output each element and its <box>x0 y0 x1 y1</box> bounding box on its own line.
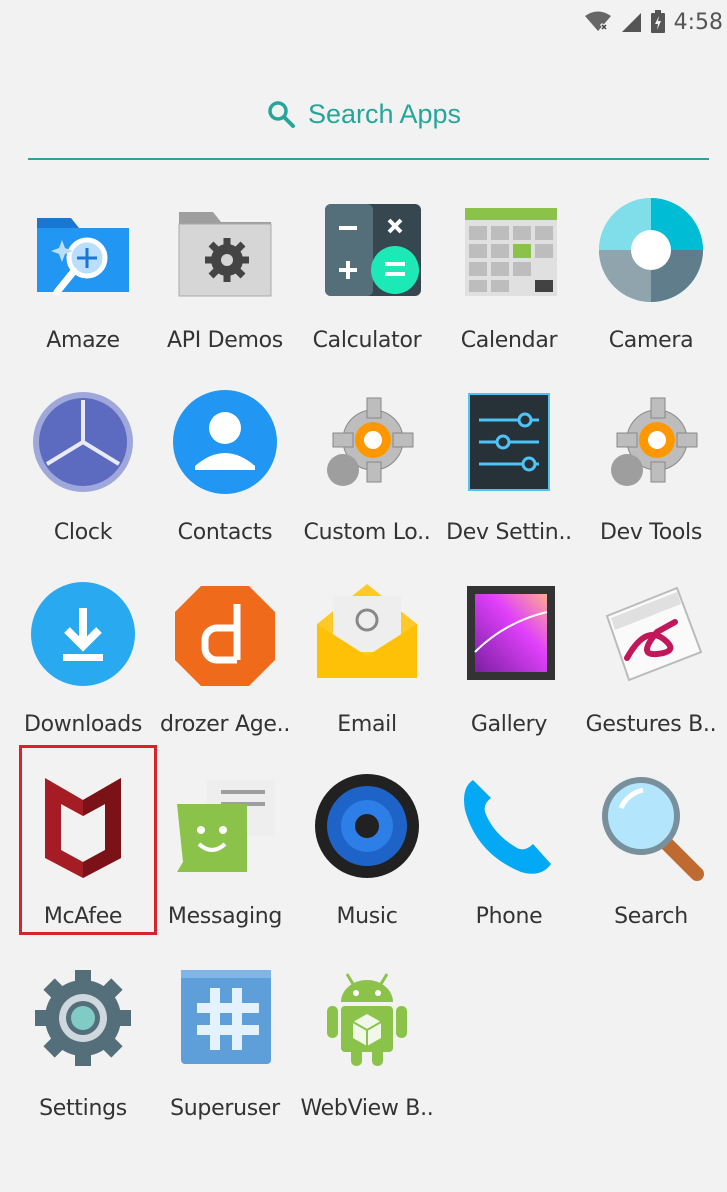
download-icon <box>31 582 135 686</box>
gear-icon <box>327 397 414 486</box>
app-gestures-builder[interactable]: Gestures B.. <box>580 580 722 760</box>
app-clock[interactable]: Clock <box>12 388 154 568</box>
phone-icon <box>464 780 551 874</box>
app-messaging[interactable]: Messaging <box>154 772 296 952</box>
gestures-icon <box>605 586 703 682</box>
camera-icon <box>599 198 703 302</box>
android-icon <box>327 973 407 1066</box>
app-label: Custom Lo.. <box>303 520 431 545</box>
speaker-icon <box>315 774 419 878</box>
app-label: Downloads <box>23 712 143 737</box>
drozer-icon <box>175 586 275 686</box>
calculator-icon <box>325 204 421 296</box>
app-label: API Demos <box>167 328 283 353</box>
app-label: Settings <box>39 1096 127 1121</box>
app-label: Dev Tools <box>600 520 702 545</box>
app-label: Camera <box>608 328 694 353</box>
app-contacts[interactable]: Contacts <box>154 388 296 568</box>
app-amaze[interactable]: Amaze <box>12 196 154 376</box>
mcafee-highlight-box <box>19 745 157 935</box>
messaging-icon <box>177 780 275 872</box>
app-music[interactable]: Music <box>296 772 438 952</box>
battery-icon <box>650 10 665 33</box>
app-settings[interactable]: Settings <box>12 964 154 1144</box>
app-custom-locale[interactable]: Custom Lo.. <box>296 388 438 568</box>
app-label: Calculator <box>312 328 422 353</box>
folder-gear-icon <box>178 212 272 297</box>
app-label: Messaging <box>167 904 283 929</box>
app-calculator[interactable]: Calculator <box>296 196 438 376</box>
app-label: Dev Settin.. <box>446 520 572 545</box>
app-superuser[interactable]: Superuser <box>154 964 296 1144</box>
app-email[interactable]: Email <box>296 580 438 760</box>
search-underline <box>28 158 709 160</box>
wifi-off-icon <box>584 11 611 32</box>
app-label: Clock <box>53 520 113 545</box>
status-bar: 4:58 <box>0 0 727 44</box>
app-calendar[interactable]: Calendar <box>438 196 580 376</box>
app-label: Contacts <box>177 520 273 545</box>
gear-icon <box>611 397 698 486</box>
status-time: 4:58 <box>673 9 723 35</box>
signal-icon <box>621 13 641 32</box>
status-icons: 4:58 <box>584 8 723 36</box>
app-label: WebView B.. <box>300 1096 434 1121</box>
search-apps-label: Search Apps <box>307 98 462 129</box>
app-label: Amaze <box>46 328 120 353</box>
app-label: Music <box>336 904 398 929</box>
search-icon <box>268 101 295 128</box>
app-dev-settings[interactable]: Dev Settin.. <box>438 388 580 568</box>
settings-icon <box>35 970 131 1066</box>
gallery-icon <box>467 586 555 680</box>
contacts-icon <box>173 390 277 494</box>
calendar-icon <box>465 208 557 296</box>
app-webview-browser[interactable]: WebView B.. <box>296 964 438 1144</box>
email-icon <box>317 584 417 678</box>
app-label: Phone <box>475 904 543 929</box>
app-label: drozer Age.. <box>159 712 291 737</box>
app-label: Gallery <box>470 712 548 737</box>
app-downloads[interactable]: Downloads <box>12 580 154 760</box>
app-label: Calendar <box>460 328 558 353</box>
app-phone[interactable]: Phone <box>438 772 580 952</box>
app-label: Email <box>337 712 397 737</box>
amaze-icon <box>37 218 129 296</box>
app-api-demos[interactable]: API Demos <box>154 196 296 376</box>
search-apps-bar[interactable]: Search Apps <box>0 92 727 136</box>
app-search[interactable]: Search <box>580 772 722 952</box>
magnifier-icon <box>602 777 704 881</box>
app-gallery[interactable]: Gallery <box>438 580 580 760</box>
app-label: Gestures B.. <box>585 712 717 737</box>
app-dev-tools[interactable]: Dev Tools <box>580 388 722 568</box>
app-label: Search <box>614 904 688 929</box>
app-drozer-agent[interactable]: drozer Age.. <box>154 580 296 760</box>
app-label: Superuser <box>170 1096 280 1121</box>
sliders-icon <box>468 393 550 491</box>
app-camera[interactable]: Camera <box>580 196 722 376</box>
clock-icon <box>33 392 133 492</box>
hash-icon <box>181 970 271 1064</box>
